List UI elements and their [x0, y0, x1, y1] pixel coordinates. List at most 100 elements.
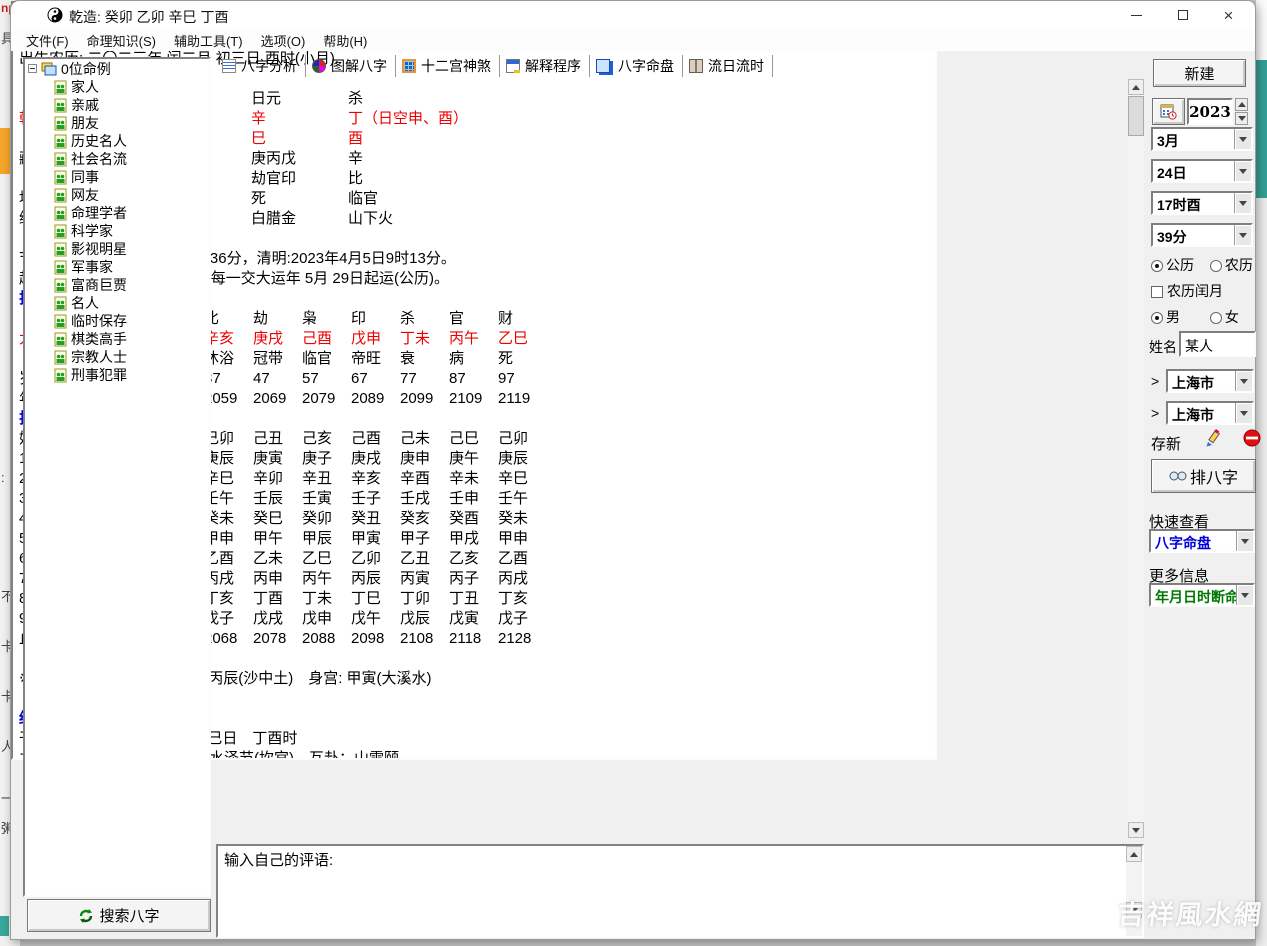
- scroll-thumb[interactable]: [1128, 96, 1144, 136]
- tree-root-0weiminli[interactable]: 0位命例: [25, 59, 209, 78]
- dropdown-arrow-icon[interactable]: [1234, 225, 1251, 245]
- dropdown-arrow-icon[interactable]: [1235, 403, 1252, 423]
- male-radio[interactable]: 男: [1151, 309, 1180, 325]
- tree-item-category[interactable]: 社会名流: [25, 150, 209, 168]
- tab-bazi-analysis[interactable]: 八字分析: [216, 55, 306, 77]
- dropdown-arrow-icon[interactable]: [1235, 371, 1252, 391]
- down-arrow-icon: [1132, 828, 1140, 833]
- tree-item-category[interactable]: 科学家: [25, 222, 209, 240]
- calendar-picker-button[interactable]: [1152, 98, 1185, 125]
- pages-icon: [596, 59, 610, 73]
- people-doc-icon: [52, 260, 67, 275]
- ban-icon[interactable]: [1243, 429, 1261, 447]
- menu-item[interactable]: 帮助(H): [314, 29, 376, 52]
- menu-item[interactable]: 辅助工具(T): [165, 29, 252, 52]
- tab-tujie-bazi[interactable]: 图解八字: [306, 55, 396, 77]
- people-doc-icon: [52, 116, 67, 131]
- city-select[interactable]: 上海市: [1166, 401, 1254, 425]
- app-window: 乾造: 癸卯 乙卯 辛巳 丁酉 × 文件(F)命理知识(S)辅助工具(T)选项(…: [10, 0, 1256, 940]
- people-doc-icon: [52, 278, 67, 293]
- dropdown-arrow-icon[interactable]: [1234, 193, 1251, 213]
- female-radio[interactable]: 女: [1210, 309, 1239, 325]
- tree-item-category[interactable]: 影视明星: [25, 240, 209, 258]
- tree-item-category[interactable]: 同事: [25, 168, 209, 186]
- tree-item-category[interactable]: 历史名人: [25, 132, 209, 150]
- tab-liuri-liushi[interactable]: 流日流时: [683, 55, 773, 77]
- new-case-button[interactable]: 新建: [1153, 59, 1246, 87]
- city-expand-arrow[interactable]: >: [1151, 405, 1159, 421]
- scroll-down-button[interactable]: [1128, 822, 1144, 838]
- tab-bazi-mingpan[interactable]: 八字命盘: [590, 55, 683, 77]
- save-new-label: 存新: [1151, 433, 1181, 454]
- year-input[interactable]: 2023: [1187, 98, 1233, 125]
- calendar-icon: [1160, 103, 1177, 120]
- tree-item-category[interactable]: 宗教人士: [25, 348, 209, 366]
- tree-item-category[interactable]: 命理学者: [25, 204, 209, 222]
- tree-item-category[interactable]: 军事家: [25, 258, 209, 276]
- background-window-right: [1256, 0, 1267, 946]
- province-expand-arrow[interactable]: >: [1151, 373, 1159, 389]
- menu-item[interactable]: 选项(O): [252, 29, 315, 52]
- up-arrow-icon: [1238, 102, 1246, 107]
- tree-item-category[interactable]: 名人: [25, 294, 209, 312]
- quick-view-select[interactable]: 八字命盘: [1149, 529, 1255, 553]
- people-doc-icon: [52, 314, 67, 329]
- content-scrollbar[interactable]: [1128, 79, 1144, 838]
- tree-item-label: 临时保存: [71, 311, 127, 331]
- comment-textarea[interactable]: 输入自己的评语:: [216, 844, 1144, 938]
- pencil-icon[interactable]: [1203, 429, 1223, 449]
- tree-item-category[interactable]: 朋友: [25, 114, 209, 132]
- year-spin-down[interactable]: [1235, 112, 1248, 125]
- people-doc-icon: [52, 332, 67, 347]
- search-bazi-button[interactable]: 搜索八字: [27, 899, 211, 932]
- menu-item[interactable]: 命理知识(S): [78, 29, 165, 52]
- title-bar[interactable]: 乾造: 癸卯 乙卯 辛巳 丁酉 ×: [11, 1, 1255, 29]
- tree-item-category[interactable]: 亲戚: [25, 96, 209, 114]
- minute-select[interactable]: 39分: [1151, 223, 1253, 247]
- more-info-select[interactable]: 年月日时断命: [1149, 583, 1255, 607]
- scroll-up-button[interactable]: [1126, 846, 1142, 862]
- hour-select[interactable]: 17时酉: [1151, 191, 1253, 215]
- yinyang-app-icon: [47, 7, 63, 23]
- year-spin-up[interactable]: [1235, 98, 1248, 111]
- background-teal-block: [0, 916, 9, 936]
- tree-item-label: 科学家: [71, 221, 113, 241]
- people-doc-icon: [52, 134, 67, 149]
- people-doc-icon: [52, 206, 67, 221]
- case-tree-panel: 0位命例 家人 亲戚: [23, 57, 211, 897]
- name-input[interactable]: 某人: [1179, 331, 1256, 357]
- tab-jieshi[interactable]: 解释程序: [500, 55, 590, 77]
- dropdown-arrow-icon[interactable]: [1236, 531, 1253, 551]
- province-select[interactable]: 上海市: [1166, 369, 1254, 393]
- tree-item-category[interactable]: 刑事犯罪: [25, 366, 209, 384]
- tree-item-label: 宗教人士: [71, 347, 127, 367]
- leap-month-checkbox[interactable]: 农历闰月: [1151, 281, 1223, 301]
- tree-item-category[interactable]: 富商巨贾: [25, 276, 209, 294]
- scroll-up-button[interactable]: [1128, 79, 1144, 95]
- people-doc-icon: [52, 170, 67, 185]
- pai-bazi-button[interactable]: 排八字: [1151, 459, 1256, 493]
- people-doc-icon: [52, 224, 67, 239]
- dropdown-arrow-icon[interactable]: [1234, 161, 1251, 181]
- close-button[interactable]: ×: [1206, 1, 1251, 29]
- tree-item-label: 名人: [71, 293, 99, 313]
- dropdown-arrow-icon[interactable]: [1234, 129, 1251, 149]
- tree-item-category[interactable]: 棋类高手: [25, 330, 209, 348]
- tree-item-category[interactable]: 临时保存: [25, 312, 209, 330]
- people-doc-icon: [52, 296, 67, 311]
- tab-shier-gong[interactable]: 十二宫神煞: [396, 55, 500, 77]
- tree-item-category[interactable]: 家人: [25, 78, 209, 96]
- tree-collapse-icon[interactable]: [28, 64, 37, 73]
- minimize-button[interactable]: [1114, 1, 1159, 29]
- month-select[interactable]: 3月: [1151, 127, 1253, 151]
- maximize-button[interactable]: [1160, 1, 1205, 29]
- menu-item[interactable]: 文件(F): [17, 29, 78, 52]
- tree-item-category[interactable]: 网友: [25, 186, 209, 204]
- day-select[interactable]: 24日: [1151, 159, 1253, 183]
- tree-item-label: 社会名流: [71, 149, 127, 169]
- lunar-radio[interactable]: 农历: [1210, 257, 1253, 273]
- dropdown-arrow-icon[interactable]: [1236, 585, 1253, 605]
- background-teal-strip: [1256, 60, 1267, 198]
- tree-item-label: 亲戚: [71, 95, 99, 115]
- gregorian-radio[interactable]: 公历: [1151, 257, 1194, 273]
